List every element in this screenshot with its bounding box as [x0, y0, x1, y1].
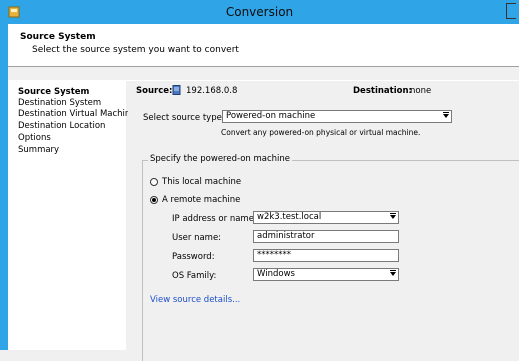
nav-item-source-system[interactable]: Source System — [18, 87, 89, 97]
nav-item-options[interactable]: Options — [18, 133, 51, 143]
view-source-details-link[interactable]: View source details... — [150, 295, 240, 305]
nav-item-destination-system[interactable]: Destination System — [18, 98, 101, 108]
nav-item-summary[interactable]: Summary — [18, 145, 59, 155]
computer-icon — [172, 85, 181, 95]
source-value: 192.168.0.8 — [186, 86, 238, 96]
remote-machine-label[interactable]: A remote machine — [162, 195, 240, 205]
nav-item-destination-location[interactable]: Destination Location — [18, 121, 105, 131]
this-local-machine-radio[interactable] — [150, 178, 158, 186]
ip-address-label: IP address or name: — [172, 214, 257, 224]
source-type-select[interactable]: Powered-on machine — [222, 110, 452, 123]
ip-address-value: w2k3.test.local — [257, 212, 322, 222]
dropdown-arrow-icon — [443, 112, 449, 118]
main-panel: Source: 192.168.0.8 Destination: none Se… — [128, 81, 519, 361]
dropdown-arrow-icon — [390, 270, 396, 276]
restore-window-icon[interactable] — [506, 3, 516, 19]
window-frame — [0, 0, 8, 350]
this-local-machine-label[interactable]: This local machine — [162, 177, 241, 187]
page-subtitle: Select the source system you want to con… — [32, 45, 239, 55]
os-family-value: Windows — [257, 269, 295, 279]
source-type-hint: Convert any powered-on physical or virtu… — [221, 128, 421, 137]
user-name-label: User name: — [172, 233, 222, 243]
source-label: Source: — [136, 86, 173, 96]
source-type-value: Powered-on machine — [226, 111, 316, 121]
window-title: Conversion — [225, 5, 294, 19]
source-type-label: Select source type: — [143, 113, 225, 123]
wizard-steps-nav: Source System Destination System Destina… — [8, 81, 136, 350]
group-legend: Specify the powered-on machine — [148, 154, 293, 164]
remote-machine-radio[interactable] — [150, 196, 158, 204]
dropdown-arrow-icon — [390, 213, 396, 219]
ip-address-combo[interactable]: w2k3.test.local — [253, 211, 399, 224]
os-family-select[interactable]: Windows — [253, 268, 399, 281]
password-label: Password: — [172, 252, 215, 262]
title-bar[interactable]: Conversion — [0, 0, 519, 24]
destination-label: Destination: — [353, 86, 412, 96]
destination-value: none — [410, 86, 432, 96]
page-title: Source System — [20, 32, 96, 42]
nav-item-destination-virtual-machine[interactable]: Destination Virtual Machine — [18, 109, 136, 119]
page-header: Source System Select the source system y… — [8, 24, 519, 67]
password-input[interactable]: ******** — [253, 249, 399, 262]
user-name-input[interactable]: administrator — [253, 230, 399, 243]
os-family-label: OS Family: — [172, 271, 217, 281]
